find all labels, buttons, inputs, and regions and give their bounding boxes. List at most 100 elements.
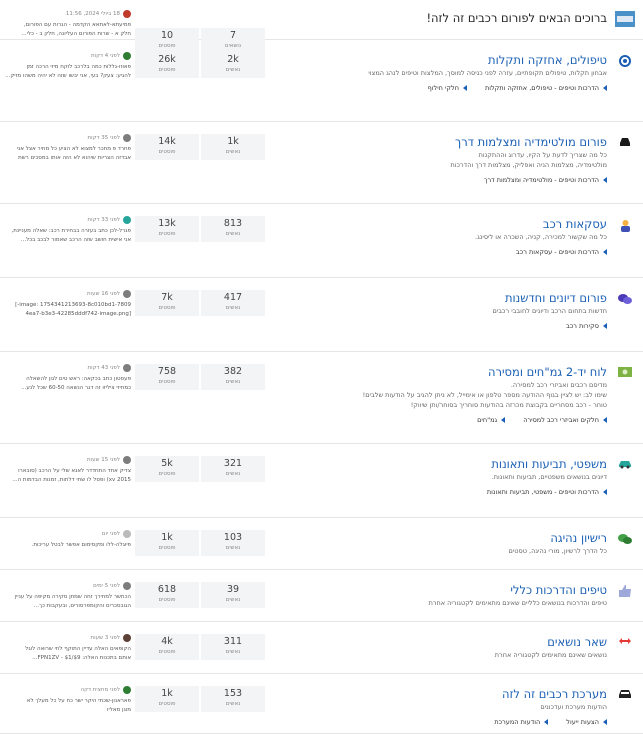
forum-description: אבחון תקלות, טיפולים תקופתיים, עזרה לפני… (368, 69, 607, 77)
last-post[interactable]: לפני 4 דקות פאוזו-גללות כמה בלרכב לוקח מי… (0, 52, 135, 80)
last-post-text: פאראנון-שכתי היקר ישר כח על כל מעלך לא (26, 698, 131, 704)
last-post-text: אני אישית חושב שזה הרכב שאמור לבכב בכל..… (20, 236, 131, 243)
topics-count-label: נאשים (225, 67, 241, 73)
avatar[interactable] (123, 634, 131, 642)
forum-content: טיפולים, אחזקה ותקלות אבחון תקלות, טיפולי… (265, 52, 607, 92)
forum-title[interactable]: שאר נושאים (269, 634, 607, 650)
last-post[interactable]: 18 ביולי 2024, 11:56 פמיעתא-לאתאא הקדמה -… (0, 10, 135, 38)
last-post[interactable]: לפני 33 דקות פגרל-לכן כתב בעזרה בבחירת רכ… (0, 216, 135, 244)
posts-count-value: 1k (161, 532, 173, 543)
topics-count-label: נאשים (225, 305, 241, 311)
posts-count: 7k פוסטים (135, 290, 199, 316)
forum-title[interactable]: מערכת רכבים זה לזה (269, 686, 607, 702)
last-post-text: כמחיזי ציליזו זה דגר הנשאה 60-50 שכל לנע… (21, 384, 131, 391)
forum-title[interactable]: רישיון נהיגה (269, 530, 607, 546)
avatar[interactable] (123, 10, 131, 18)
avatar[interactable] (123, 290, 131, 298)
forum-title[interactable]: טיפולים, אחזקה ותקלות (269, 52, 607, 68)
caret-icon (603, 719, 607, 725)
subforum-link[interactable]: הדרכות וטיפים - טיפולים, אחזקה ותקלות (485, 84, 607, 92)
avatar[interactable] (123, 456, 131, 464)
avatar[interactable] (123, 364, 131, 372)
forum-stats: 311 נאשים 4k פוסטים (135, 634, 265, 660)
last-post[interactable]: לפני 5 ימים הכחשר למחירך זחה שמתן סקירה מ… (0, 582, 135, 610)
last-post-time[interactable]: לפני 5 ימים (93, 583, 120, 589)
last-post-header: לפני 43 דקות (0, 364, 131, 372)
last-post[interactable]: לפני יום פיוגלה-ללו ומקסימום אפשר לבטל ער… (0, 530, 135, 550)
forum-stats: 103 נאשים 1k פוסטים (135, 530, 265, 556)
caret-icon (544, 719, 549, 725)
forum-title[interactable]: משפטי, תביעות ותאונות (269, 456, 607, 472)
forum-title[interactable]: עסקאות רכב (269, 216, 607, 232)
topics-count: 2k נאשים (201, 52, 265, 78)
avatar[interactable] (123, 530, 131, 538)
caret-icon (603, 417, 607, 423)
posts-count: 1k פוסטים (135, 530, 199, 556)
last-post-text: להגיע: צעק? בעי, אני יבשו שזה לא יהיה מש… (5, 72, 131, 79)
subforum-link[interactable]: הצעות ייעול (566, 718, 607, 726)
subforum-link[interactable]: הדרכות וטיפים - מולטימדיה ומצלמות דרך (484, 176, 607, 184)
last-post[interactable]: לפני 15 שעות צדיק אחד התחדדר לאגא שלי על … (0, 456, 135, 484)
avatar[interactable] (123, 52, 131, 60)
caret-icon (603, 177, 607, 183)
subforum-link[interactable]: הדרכות וטיפים - עסקאות רכב (516, 248, 607, 256)
last-post-time[interactable]: לפני 15 שעות (87, 457, 120, 463)
posts-count-value: 13k (158, 218, 176, 229)
forum-title[interactable]: פורום מולטימדיה ומצלמות דרך (269, 134, 607, 150)
avatar[interactable] (123, 686, 131, 694)
forum-content: משפטי, תביעות ותאונות דיונים בנושאים משפט… (265, 456, 607, 496)
topics-count-value: 382 (223, 366, 243, 377)
forum-title[interactable]: לוח יד-2 גמ"חים ומסירה (269, 364, 607, 380)
forum-title[interactable]: ברוכים הבאים לפורום רכבים זה לזה! (269, 10, 607, 26)
forum-content: פורום דיונים וחדשנות חדשות בתחום הרכב ודי… (265, 290, 607, 330)
last-post-header: לפני יום (0, 530, 131, 538)
avatar[interactable] (123, 582, 131, 590)
forum-title[interactable]: טיפים והדרכות כללי (269, 582, 607, 598)
last-post-time[interactable]: לפני יום (102, 531, 120, 537)
subforum-link[interactable]: גמ"חים (477, 416, 506, 424)
last-post[interactable]: לפני 35 דקות פחרד פ מחכר למצוא לא הציע כל… (0, 134, 135, 162)
last-post-time[interactable]: לפני 3 שעות (91, 635, 120, 641)
posts-count: 758 פוסטים (135, 364, 199, 390)
forum-content: שאר נושאים נושאים שאינם מתאימים לקטגוריה … (265, 634, 607, 660)
subforum-link[interactable]: חלקים ואביזרי רכב למסירה (523, 416, 607, 424)
last-post-header: לפני 15 שעות (0, 456, 131, 464)
last-post-text: פיוגלה-ללו ומקסימום אפשר לבטל עריכות. (31, 542, 131, 548)
last-post-time[interactable]: לפני 33 דקות (87, 217, 120, 223)
posts-count-value: 4k (161, 636, 173, 647)
forum-title[interactable]: פורום דיונים וחדשנות (269, 290, 607, 306)
last-post[interactable]: לפני 43 דקות פעסטון כתב בכקאה: ראש טים לג… (0, 364, 135, 392)
last-post-time[interactable]: לפני 35 דקות (87, 135, 120, 141)
avatar[interactable] (123, 134, 131, 142)
subforum-link[interactable]: הדרכות וטיפים - משפטי, תביעות ותאונות (487, 488, 607, 496)
last-post[interactable]: לפני מחצית דקה פאראנון-שכתי היקר ישר כח ע… (0, 686, 135, 714)
subforum-links: הצעות ייעול הודעות המערכת (269, 718, 607, 726)
last-post-header: 18 ביולי 2024, 11:56 (0, 10, 131, 18)
subforum-link[interactable]: הודעות המערכת (494, 718, 549, 726)
subforum-link-label: הדרכות וטיפים - עסקאות רכב (516, 248, 599, 256)
last-post-time[interactable]: לפני 4 דקות (91, 53, 120, 59)
subforum-link[interactable]: חלקי חילוף (428, 84, 467, 92)
posts-count-value: 618 (157, 584, 177, 595)
car-front-icon (607, 134, 643, 147)
caret-icon (603, 85, 607, 91)
posts-count-label: פוסטים (158, 149, 176, 155)
subforum-link[interactable]: סקירות רכב (566, 322, 607, 330)
topics-count-value: 39 (226, 584, 240, 595)
topics-count-label: נאשים (225, 545, 241, 551)
avatar[interactable] (123, 216, 131, 224)
last-post-time[interactable]: 18 ביולי 2024, 11:56 (66, 11, 120, 17)
last-post[interactable]: לפני 16 שעות image: 1754341213693-8c010bd… (0, 290, 135, 318)
topics-count-label: נאשים (225, 701, 241, 707)
last-post-time[interactable]: לפני מחצית דקה (81, 687, 120, 693)
forum-description: מדיסם רכבים ואביזרי רכב למסירה. (510, 381, 607, 389)
last-post-header: לפני מחצית דקה (0, 686, 131, 694)
last-post-time[interactable]: לפני 43 דקות (87, 365, 120, 371)
posts-count-value: 26k (158, 54, 176, 65)
forum-content: רישיון נהיגה כל הדרך לרשיון, מורי נהיגה, … (265, 530, 607, 556)
last-post[interactable]: לפני 3 שעות הקופאים האלה עדיין התוקף לחי … (0, 634, 135, 662)
forum-row-other: שאר נושאים נושאים שאינם מתאימים לקטגוריה … (0, 622, 643, 674)
posts-count-label: פוסטים (158, 471, 176, 477)
last-post-time[interactable]: לפני 16 שעות (87, 291, 120, 297)
last-post-text: הכחשר למחירך זחה שמתן סקירה מקיפה על עני… (14, 594, 131, 600)
